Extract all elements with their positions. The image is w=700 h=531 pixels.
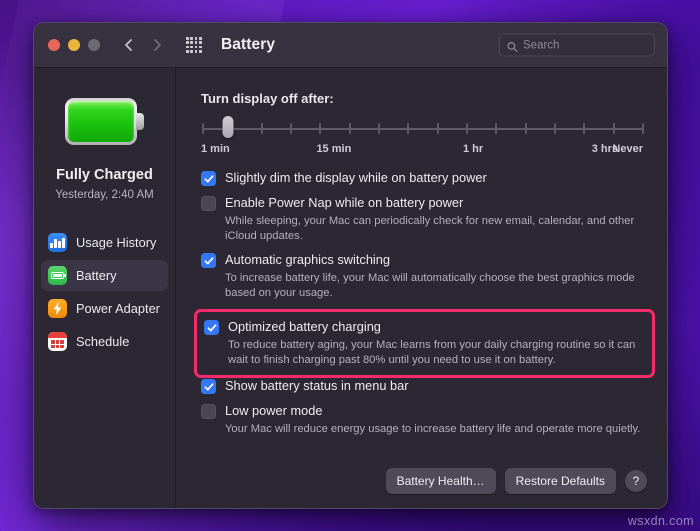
sidebar-list: Usage History Battery Power Adapter Sche… (34, 227, 175, 359)
sidebar-item-battery[interactable]: Battery (41, 260, 168, 291)
window-titlebar: Battery Search (34, 23, 667, 68)
slider-tick (319, 123, 322, 134)
checkbox-unchecked-icon[interactable] (201, 404, 216, 419)
slider-tick (348, 123, 351, 134)
checkbox-checked-icon[interactable] (201, 379, 216, 394)
zoom-button-icon[interactable] (88, 39, 100, 51)
battery-option-title: Show battery status in menu bar (225, 378, 409, 393)
slider-tick (407, 123, 410, 134)
slider-ticks (202, 123, 644, 135)
charge-status-subtitle: Yesterday, 2:40 AM (55, 189, 154, 201)
battery-option-text: Enable Power Nap while on battery power W… (225, 195, 645, 243)
sidebar: Fully Charged Yesterday, 2:40 AM Usage H… (34, 68, 176, 508)
battery-option-row[interactable]: Automatic graphics switching To increase … (201, 252, 645, 300)
charge-status-title: Fully Charged (56, 167, 153, 183)
sidebar-item-power-adapter[interactable]: Power Adapter (41, 293, 168, 324)
slider-tick (378, 123, 380, 134)
checkbox-unchecked-icon[interactable] (201, 196, 216, 211)
battery-option-description: Your Mac will reduce energy usage to inc… (225, 423, 641, 435)
help-button[interactable]: ? (625, 470, 647, 492)
battery-option-text: Low power mode Your Mac will reduce energ… (225, 403, 640, 437)
battery-options-list: Slightly dim the display while on batter… (194, 170, 655, 437)
battery-option-title: Slightly dim the display while on batter… (225, 170, 487, 185)
battery-option-description: To increase battery life, your Mac will … (225, 272, 635, 299)
slider-tick (642, 123, 644, 134)
battery-option-text: Slightly dim the display while on batter… (225, 170, 487, 186)
battery-option-row[interactable]: Slightly dim the display while on batter… (201, 170, 645, 186)
lightning-bolt-icon (48, 299, 67, 318)
slider-tick-labels: 1 min 15 min 1 hr 3 hrs Never (201, 143, 645, 159)
sidebar-item-label: Power Adapter (76, 301, 160, 316)
sidebar-item-label: Battery (76, 268, 117, 283)
sidebar-item-label: Usage History (76, 235, 157, 250)
battery-icon (48, 266, 67, 285)
checkbox-checked-icon[interactable] (201, 171, 216, 186)
bar-chart-icon (48, 233, 67, 252)
slider-tick (260, 123, 263, 134)
battery-health-button[interactable]: Battery Health… (385, 468, 496, 494)
battery-option-text: Optimized battery charging To reduce batt… (228, 319, 643, 367)
battery-option-row[interactable]: Enable Power Nap while on battery power W… (201, 195, 645, 243)
battery-option-title: Low power mode (225, 403, 323, 418)
battery-option-text: Automatic graphics switching To increase … (225, 252, 645, 300)
slider-tick (554, 123, 556, 134)
battery-option-title: Enable Power Nap while on battery power (225, 195, 464, 210)
forward-chevron-icon[interactable] (150, 37, 164, 53)
battery-option-text: Show battery status in menu bar (225, 378, 409, 394)
restore-defaults-button[interactable]: Restore Defaults (504, 468, 616, 494)
traffic-lights (48, 39, 100, 51)
back-chevron-icon[interactable] (122, 37, 136, 53)
slider-tick-label: 1 min (201, 143, 230, 155)
show-all-grid-icon[interactable] (184, 35, 204, 55)
slider-tick (290, 123, 292, 134)
footer-buttons: Battery Health… Restore Defaults ? (385, 468, 647, 494)
calendar-icon (48, 332, 67, 351)
battery-option-title: Automatic graphics switching (225, 252, 391, 267)
navigation-buttons (122, 37, 164, 53)
page-title: Battery (221, 36, 276, 53)
search-icon (507, 40, 518, 53)
sidebar-item-label: Schedule (76, 334, 130, 349)
watermark: wsxdn.com (627, 514, 694, 528)
slider-tick (466, 123, 468, 134)
battery-option-description: While sleeping, your Mac can periodicall… (225, 215, 635, 242)
battery-option-row[interactable]: Optimized battery charging To reduce batt… (204, 319, 643, 367)
slider-tick (612, 123, 615, 134)
search-placeholder: Search (523, 39, 560, 51)
battery-option-row[interactable]: Low power mode Your Mac will reduce energ… (201, 403, 645, 437)
slider-tick-label: Never (612, 143, 643, 155)
window-body: Fully Charged Yesterday, 2:40 AM Usage H… (34, 68, 667, 508)
slider-tick (524, 123, 527, 134)
display-sleep-slider[interactable]: 1 min 15 min 1 hr 3 hrs Never (201, 116, 645, 166)
sidebar-item-schedule[interactable]: Schedule (41, 326, 168, 357)
slider-tick (436, 123, 439, 134)
battery-preferences-window: Battery Search Fully Charged Yesterday, … (33, 22, 668, 509)
search-field[interactable]: Search (499, 33, 655, 57)
minimize-button-icon[interactable] (68, 39, 80, 51)
slider-tick (495, 123, 498, 134)
battery-full-green-icon (65, 98, 144, 145)
slider-tick (583, 123, 586, 134)
slider-tick-label: 1 hr (462, 143, 484, 155)
main-content: Turn display off after: 1 min 15 min 1 hr 3… (176, 68, 667, 508)
checkbox-checked-icon[interactable] (204, 320, 219, 335)
sidebar-item-usage-history[interactable]: Usage History (41, 227, 168, 258)
slider-thumb[interactable] (222, 116, 234, 138)
highlight-annotation-box: Optimized battery charging To reduce batt… (194, 309, 655, 378)
display-off-label: Turn display off after: (201, 91, 334, 106)
battery-option-row[interactable]: Show battery status in menu bar (201, 378, 645, 394)
slider-tick (202, 123, 204, 134)
battery-option-description: To reduce battery aging, your Mac learns… (228, 339, 636, 366)
checkbox-checked-icon[interactable] (201, 253, 216, 268)
battery-option-title: Optimized battery charging (228, 319, 381, 334)
slider-tick-label: 15 min (316, 143, 352, 155)
close-button-icon[interactable] (48, 39, 60, 51)
